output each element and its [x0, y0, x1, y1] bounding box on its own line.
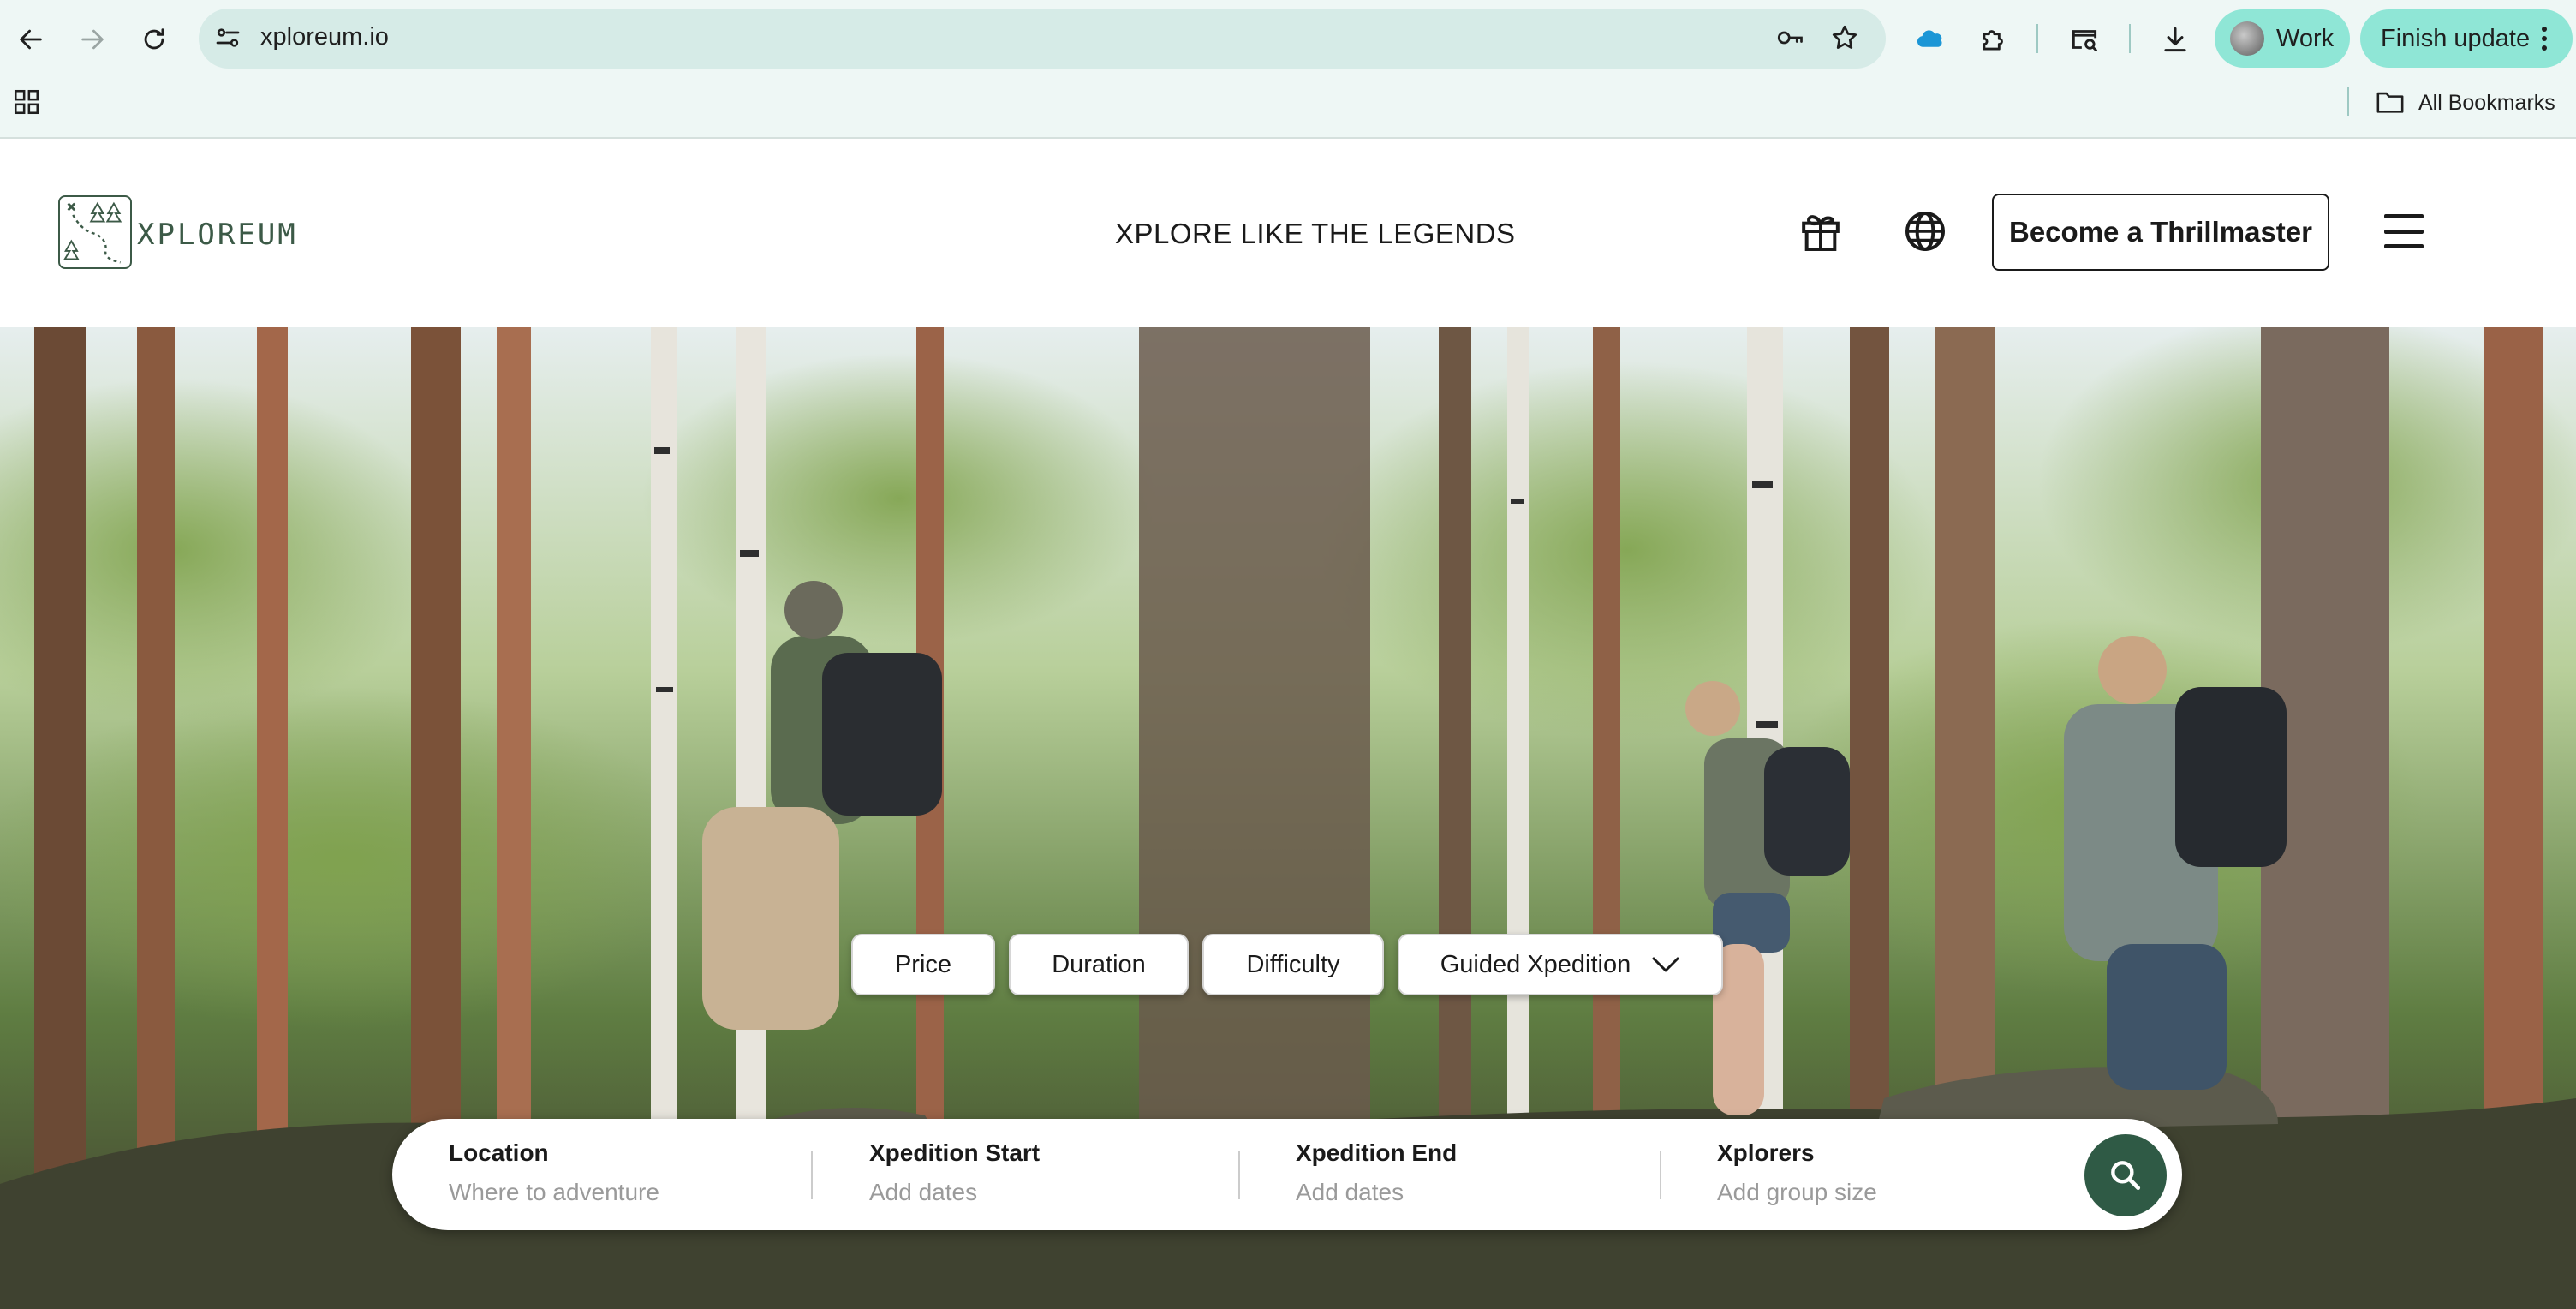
address-bar[interactable]	[199, 9, 1886, 69]
chevron-down-icon	[1652, 957, 1679, 972]
guided-xpedition-dropdown[interactable]: Guided Xpedition	[1398, 934, 1723, 995]
search-button[interactable]	[2084, 1134, 2167, 1216]
back-arrow-icon	[20, 29, 42, 50]
password-key-icon	[1777, 31, 1803, 45]
finish-update-label: Finish update	[2381, 24, 2531, 52]
xplorers-label: Xplorers	[1717, 1139, 1815, 1166]
reload-button[interactable]	[132, 17, 176, 62]
filter-price-button[interactable]: Price	[851, 934, 995, 995]
xpedition-end-field[interactable]: Xpedition End Add dates	[1296, 1139, 1655, 1206]
filter-difficulty-button[interactable]: Difficulty	[1202, 934, 1384, 995]
become-thrillmaster-button[interactable]: Become a Thrillmaster	[1992, 194, 2329, 271]
forward-button[interactable]	[70, 17, 115, 62]
xpedition-end-label: Xpedition End	[1296, 1139, 1458, 1166]
reload-icon	[144, 28, 164, 50]
puzzle-icon	[1983, 30, 2003, 51]
filter-duration-button[interactable]: Duration	[1009, 934, 1189, 995]
location-input[interactable]: Where to adventure	[449, 1179, 791, 1206]
toolbar-separator	[2036, 24, 2038, 53]
salesforce-extension-button[interactable]	[1911, 21, 1949, 58]
bookmark-star-button[interactable]	[1828, 21, 1862, 55]
site-info-button[interactable]	[211, 21, 245, 55]
downloads-button[interactable]	[2156, 21, 2194, 58]
toolbar-separator	[2129, 24, 2131, 53]
location-field[interactable]: Location Where to adventure	[449, 1139, 791, 1206]
guided-xpedition-label: Guided Xpedition	[1440, 950, 1631, 978]
tagline: XPLORE LIKE THE LEGENDS	[1115, 218, 1516, 249]
finish-update-button[interactable]: Finish update	[2360, 9, 2573, 68]
all-bookmarks-link[interactable]: All Bookmarks	[2418, 91, 2555, 116]
more-vert-icon	[2542, 27, 2548, 51]
xplorers-input[interactable]: Add group size	[1717, 1179, 2060, 1206]
apps-grid-icon[interactable]	[12, 87, 41, 117]
bookmarks-separator	[2347, 87, 2349, 116]
site-info-icon	[216, 28, 240, 47]
field-divider	[1660, 1151, 1661, 1199]
profile-label: Work	[2276, 24, 2334, 52]
trail-map-icon	[63, 201, 122, 264]
gift-icon[interactable]	[1797, 207, 1845, 255]
cloud-extension-icon	[1917, 30, 1942, 47]
search-icon	[2111, 1161, 2141, 1191]
globe-icon[interactable]	[1901, 207, 1949, 255]
bookmark-star-icon	[1832, 25, 1857, 49]
forward-arrow-icon	[81, 29, 104, 50]
url-text[interactable]: xploreum.io	[260, 23, 389, 51]
download-icon	[2164, 27, 2186, 52]
tab-search-icon	[2072, 30, 2097, 52]
extensions-button[interactable]	[1975, 21, 2012, 58]
hamburger-menu-icon[interactable]	[2384, 214, 2424, 248]
xpedition-start-input[interactable]: Add dates	[869, 1179, 1229, 1206]
xpedition-end-input[interactable]: Add dates	[1296, 1179, 1655, 1206]
folder-icon	[2376, 92, 2404, 113]
logo-mark[interactable]	[58, 195, 132, 269]
tab-search-button[interactable]	[2066, 21, 2103, 58]
field-divider	[811, 1151, 813, 1199]
password-key-button[interactable]	[1773, 21, 1807, 55]
profile-chip[interactable]: Work	[2215, 9, 2350, 68]
back-button[interactable]	[9, 17, 53, 62]
xpedition-start-field[interactable]: Xpedition Start Add dates	[869, 1139, 1229, 1206]
field-divider	[1238, 1151, 1240, 1199]
location-label: Location	[449, 1139, 549, 1166]
xplorers-field[interactable]: Xplorers Add group size	[1717, 1139, 2060, 1206]
xpedition-start-label: Xpedition Start	[869, 1139, 1041, 1166]
logo-wordmark[interactable]: XPLOREUM	[137, 218, 298, 252]
avatar	[2230, 21, 2264, 56]
